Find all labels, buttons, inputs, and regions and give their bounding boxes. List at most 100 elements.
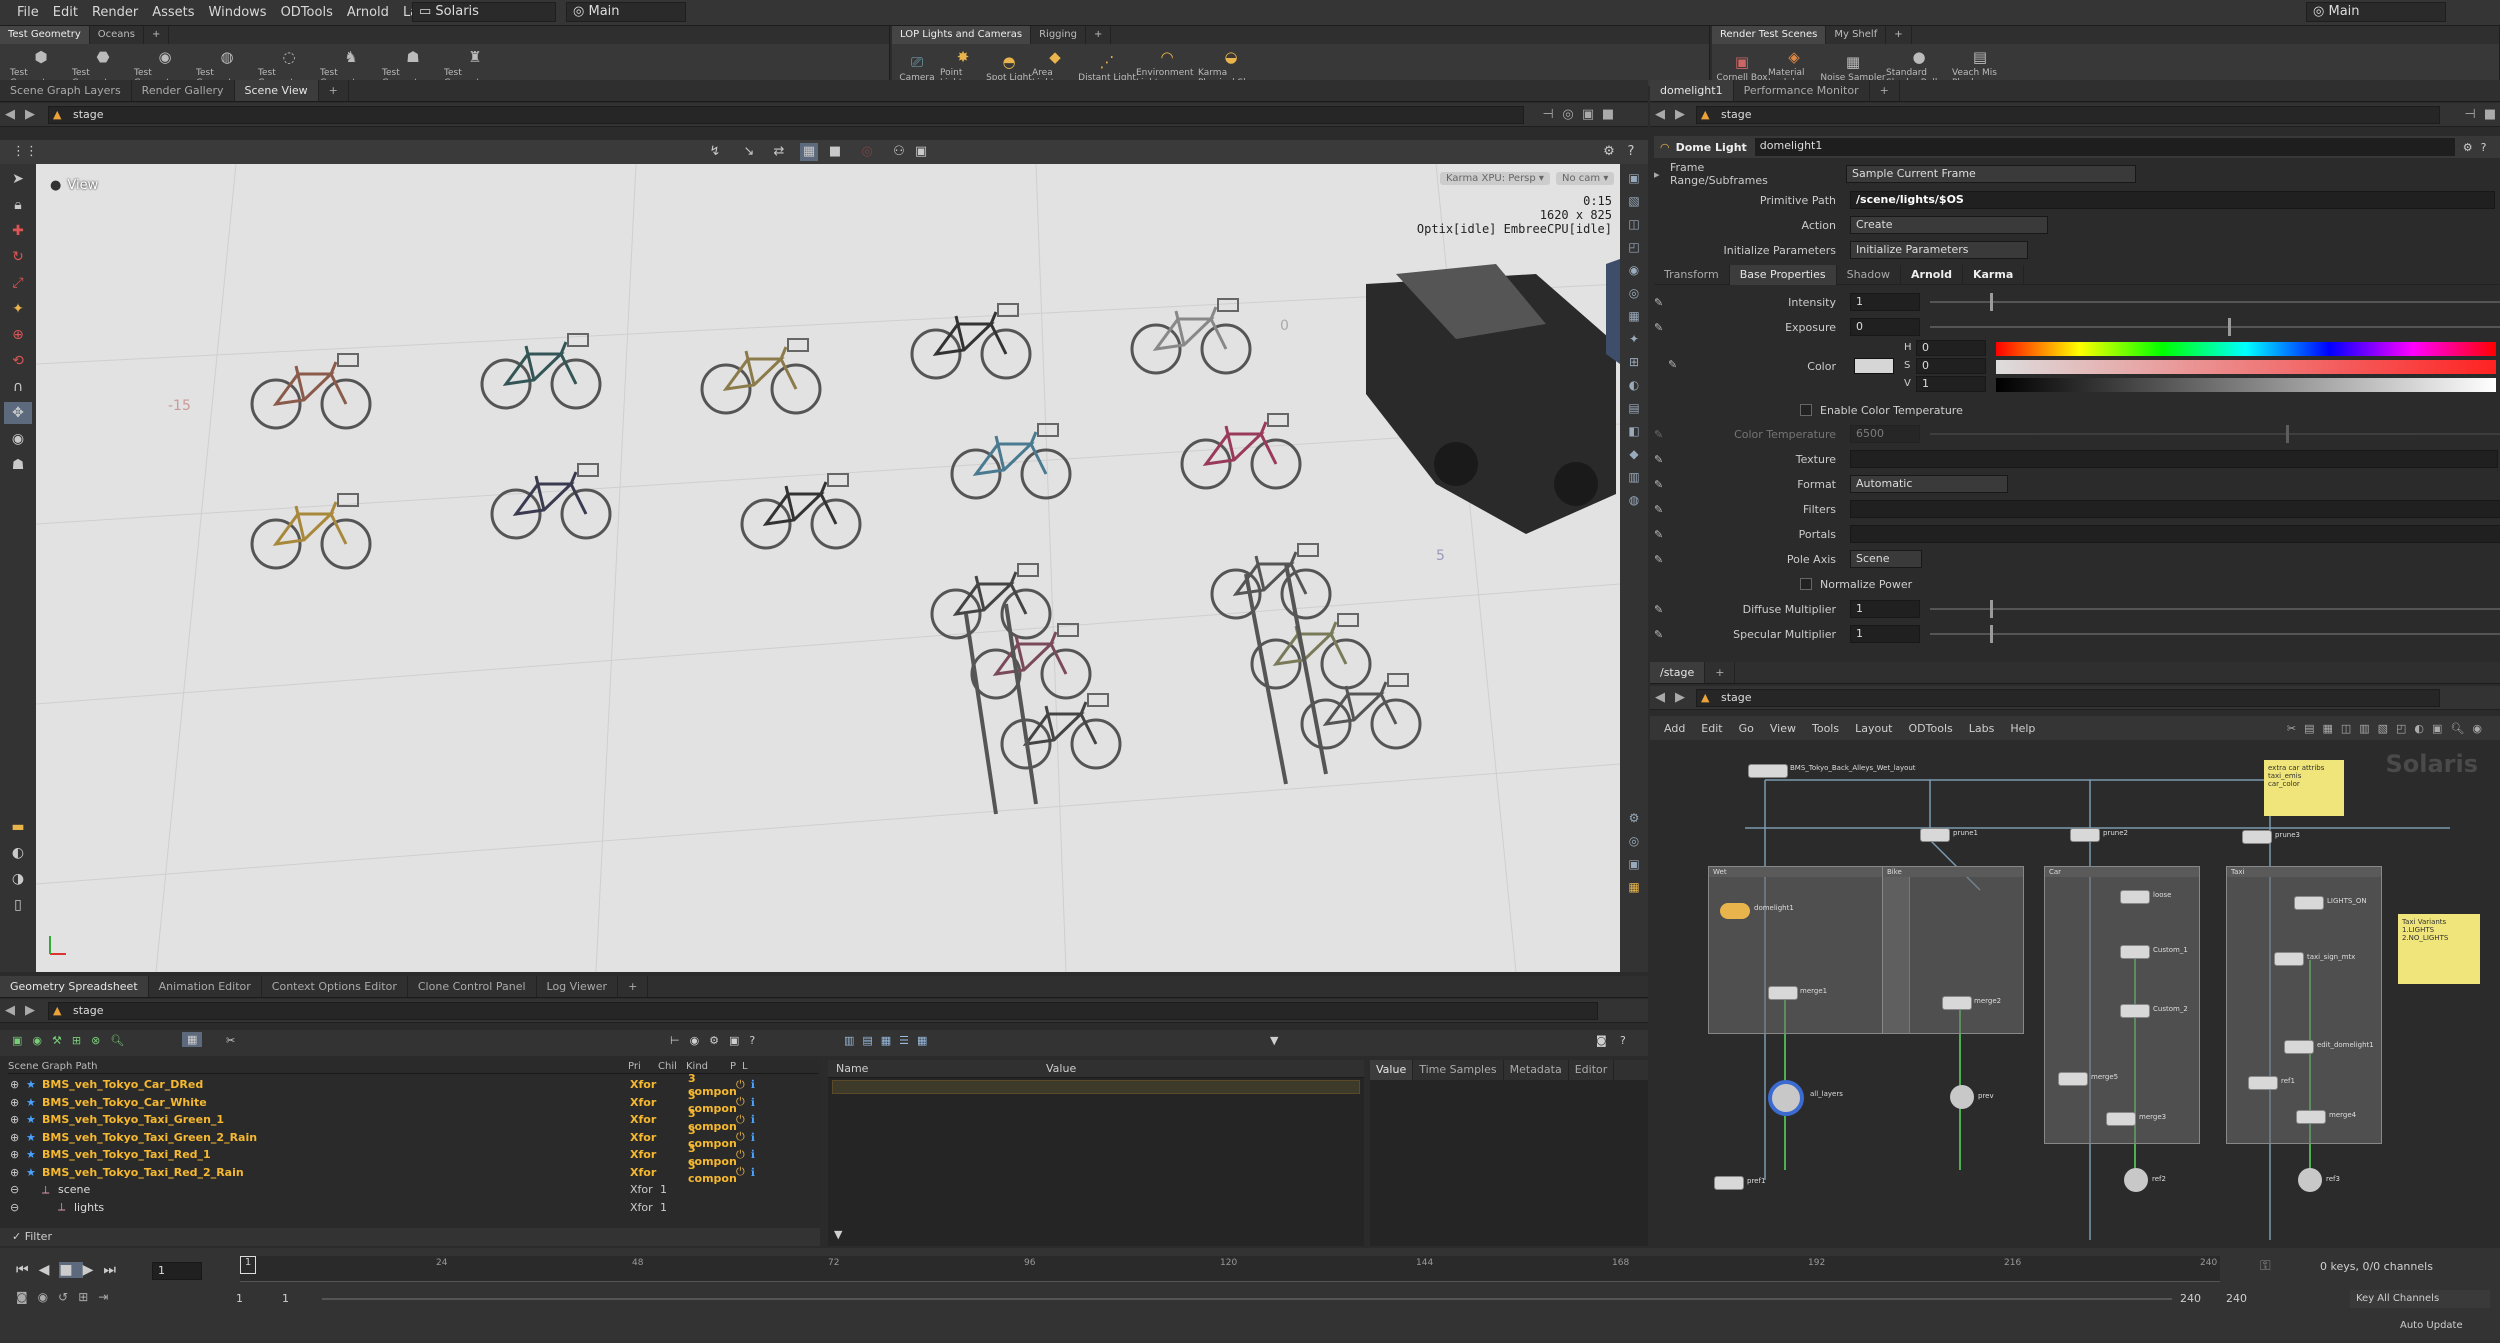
- snap3-icon[interactable]: ⇄: [770, 143, 788, 161]
- maximize-icon[interactable]: ■: [2480, 107, 2500, 122]
- node-lights-on[interactable]: [2294, 896, 2324, 910]
- menu-windows[interactable]: Windows: [202, 0, 274, 26]
- vp-icon-12[interactable]: ◧: [1624, 422, 1644, 440]
- tab-metadata[interactable]: Metadata: [1504, 1060, 1569, 1080]
- vp-icon-19[interactable]: ▦: [1624, 878, 1644, 896]
- tab-scene-view[interactable]: Scene View: [234, 80, 319, 101]
- tab-value[interactable]: Value: [1370, 1060, 1414, 1080]
- last-frame-icon[interactable]: ⏭: [103, 1262, 126, 1278]
- forward-icon[interactable]: ▶: [1670, 690, 1690, 705]
- node-merge1[interactable]: [1768, 986, 1798, 1000]
- info-icon[interactable]: ℹ: [751, 1131, 755, 1144]
- pin-icon[interactable]: ⊣: [1538, 107, 1558, 122]
- grid-menu-icon[interactable]: ⋮⋮: [12, 143, 38, 161]
- action-select[interactable]: Create: [1850, 216, 2048, 234]
- table-row[interactable]: ⊕ ★ BMS_veh_Tokyo_Taxi_Red_2_Rain Xfor 3 com…: [10, 1159, 820, 1185]
- specular-slider[interactable]: [1930, 625, 2500, 643]
- vp-icon-10[interactable]: ◐: [1624, 376, 1644, 394]
- vp-icon-18[interactable]: ▣: [1624, 855, 1644, 873]
- diffuse-slider[interactable]: [1930, 600, 2500, 618]
- scene-view-path[interactable]: ▲ stage: [48, 105, 1524, 124]
- wrench-icon[interactable]: ✎: [1654, 453, 1678, 466]
- vp-icon-3[interactable]: ◫: [1624, 215, 1644, 233]
- s-field[interactable]: 0: [1916, 358, 1986, 374]
- range-slider[interactable]: [322, 1298, 2172, 1300]
- v-field[interactable]: 1: [1916, 376, 1986, 392]
- exposure-field[interactable]: 0: [1850, 318, 1920, 336]
- normalize-checkbox[interactable]: [1800, 578, 1812, 590]
- expand-icon[interactable]: ⊕: [10, 1131, 26, 1144]
- hue-ramp[interactable]: [1996, 342, 2496, 356]
- portals-field[interactable]: [1850, 525, 2500, 543]
- camera-link-icon[interactable]: ⚇: [890, 143, 908, 161]
- header-pri[interactable]: Pri: [628, 1061, 658, 1072]
- realtime-icon[interactable]: ◙: [16, 1290, 38, 1304]
- transform-tool-icon[interactable]: ✚: [4, 220, 32, 242]
- camera-icon[interactable]: ◙: [1596, 1034, 1607, 1047]
- node-pref1[interactable]: [1714, 1176, 1744, 1190]
- camera-select[interactable]: No cam ▾: [1556, 172, 1615, 185]
- info-icon[interactable]: ℹ: [751, 1078, 755, 1091]
- range-start-2[interactable]: 1: [282, 1292, 289, 1305]
- node-all-layers[interactable]: [1768, 1080, 1804, 1116]
- diffuse-field[interactable]: 1: [1850, 600, 1920, 618]
- wrench-icon[interactable]: ✎: [1654, 296, 1678, 309]
- display-icon[interactable]: ▣: [912, 143, 930, 161]
- add-pane-tab-button[interactable]: +: [319, 80, 349, 101]
- tool-noise-sampler[interactable]: ▦ Noise Sampler: [1820, 49, 1886, 83]
- menu-assets[interactable]: Assets: [145, 0, 201, 26]
- pin-icon[interactable]: ⊣: [2460, 107, 2480, 122]
- net-menu-edit[interactable]: Edit: [1693, 722, 1730, 735]
- wrench-icon[interactable]: ✎: [1654, 503, 1678, 516]
- star-icon[interactable]: ★: [26, 1148, 42, 1161]
- tab-editor[interactable]: Editor: [1569, 1060, 1615, 1080]
- snap2-icon[interactable]: ↘: [740, 143, 758, 161]
- tab-clone-control[interactable]: Clone Control Panel: [408, 976, 537, 997]
- node-custom2[interactable]: [2120, 1004, 2150, 1018]
- init-select[interactable]: Initialize Parameters: [1850, 241, 2028, 259]
- record-icon[interactable]: ◎: [858, 143, 876, 161]
- shelf-tab-oceans[interactable]: Oceans: [90, 26, 144, 44]
- step-icon[interactable]: ⇥: [98, 1290, 118, 1304]
- add-pane-tab-button[interactable]: +: [1705, 662, 1736, 683]
- node-name-field[interactable]: domelight1: [1754, 138, 2455, 156]
- wrench-icon[interactable]: ✎: [1668, 358, 1677, 371]
- node-layout[interactable]: [1748, 764, 1788, 778]
- back-icon[interactable]: ◀: [1650, 690, 1670, 705]
- col-name[interactable]: Name: [828, 1062, 1038, 1075]
- expand-icon[interactable]: ⊕: [10, 1078, 26, 1091]
- exposure-knob[interactable]: [2228, 318, 2231, 336]
- wrench-icon[interactable]: ✎: [1654, 321, 1678, 334]
- step-back-icon[interactable]: ◀: [39, 1262, 60, 1278]
- selected-row[interactable]: [832, 1080, 1360, 1094]
- menu-arnold[interactable]: Arnold: [340, 0, 396, 26]
- sticky-note-taxi-variants[interactable]: Taxi Variants 1.LIGHTS 2.NO_LIGHTS: [2398, 914, 2480, 984]
- timeline-ruler[interactable]: 24 48 72 96 120 144 168 192 216 240 1: [240, 1256, 2220, 1282]
- loop-icon[interactable]: ↺: [58, 1290, 78, 1304]
- menu-odtools[interactable]: ODTools: [274, 0, 340, 26]
- context-select[interactable]: ◎ Main: [566, 2, 686, 22]
- filter-bar[interactable]: ✓ Filter: [0, 1228, 820, 1246]
- vp-icon-16[interactable]: ⚙: [1624, 809, 1644, 827]
- lock-icon[interactable]: 🔒︎: [4, 194, 32, 216]
- info-icon[interactable]: ℹ: [751, 1166, 755, 1179]
- tab-base-properties[interactable]: Base Properties: [1729, 264, 1837, 285]
- wrench-icon[interactable]: ✎: [1654, 628, 1678, 641]
- col-value[interactable]: Value: [1038, 1062, 1076, 1075]
- tab-shadow[interactable]: Shadow: [1837, 264, 1901, 285]
- filters-field[interactable]: [1850, 500, 2500, 518]
- context-right-select[interactable]: ◎ Main: [2306, 2, 2446, 22]
- exposure-slider[interactable]: [1930, 318, 2500, 336]
- net-menu-tools[interactable]: Tools: [1804, 722, 1847, 735]
- header-l[interactable]: L: [742, 1061, 754, 1072]
- vp-icon-13[interactable]: ◆: [1624, 445, 1644, 463]
- network-canvas[interactable]: Solaris Wet Bike Car Taxi BMS_Tokyo_Back…: [1650, 740, 2500, 1244]
- star-icon[interactable]: ★: [26, 1131, 42, 1144]
- magnet-icon[interactable]: ∩: [4, 376, 32, 398]
- vp-icon-6[interactable]: ◎: [1624, 284, 1644, 302]
- gear-icon[interactable]: ⚙: [2463, 141, 2473, 154]
- node-custom1[interactable]: [2120, 945, 2150, 959]
- paint-tool-icon[interactable]: ☗: [4, 454, 32, 476]
- vp-icon-17[interactable]: ◎: [1624, 832, 1644, 850]
- shelf-tab-lop-lights[interactable]: LOP Lights and Cameras: [892, 26, 1032, 44]
